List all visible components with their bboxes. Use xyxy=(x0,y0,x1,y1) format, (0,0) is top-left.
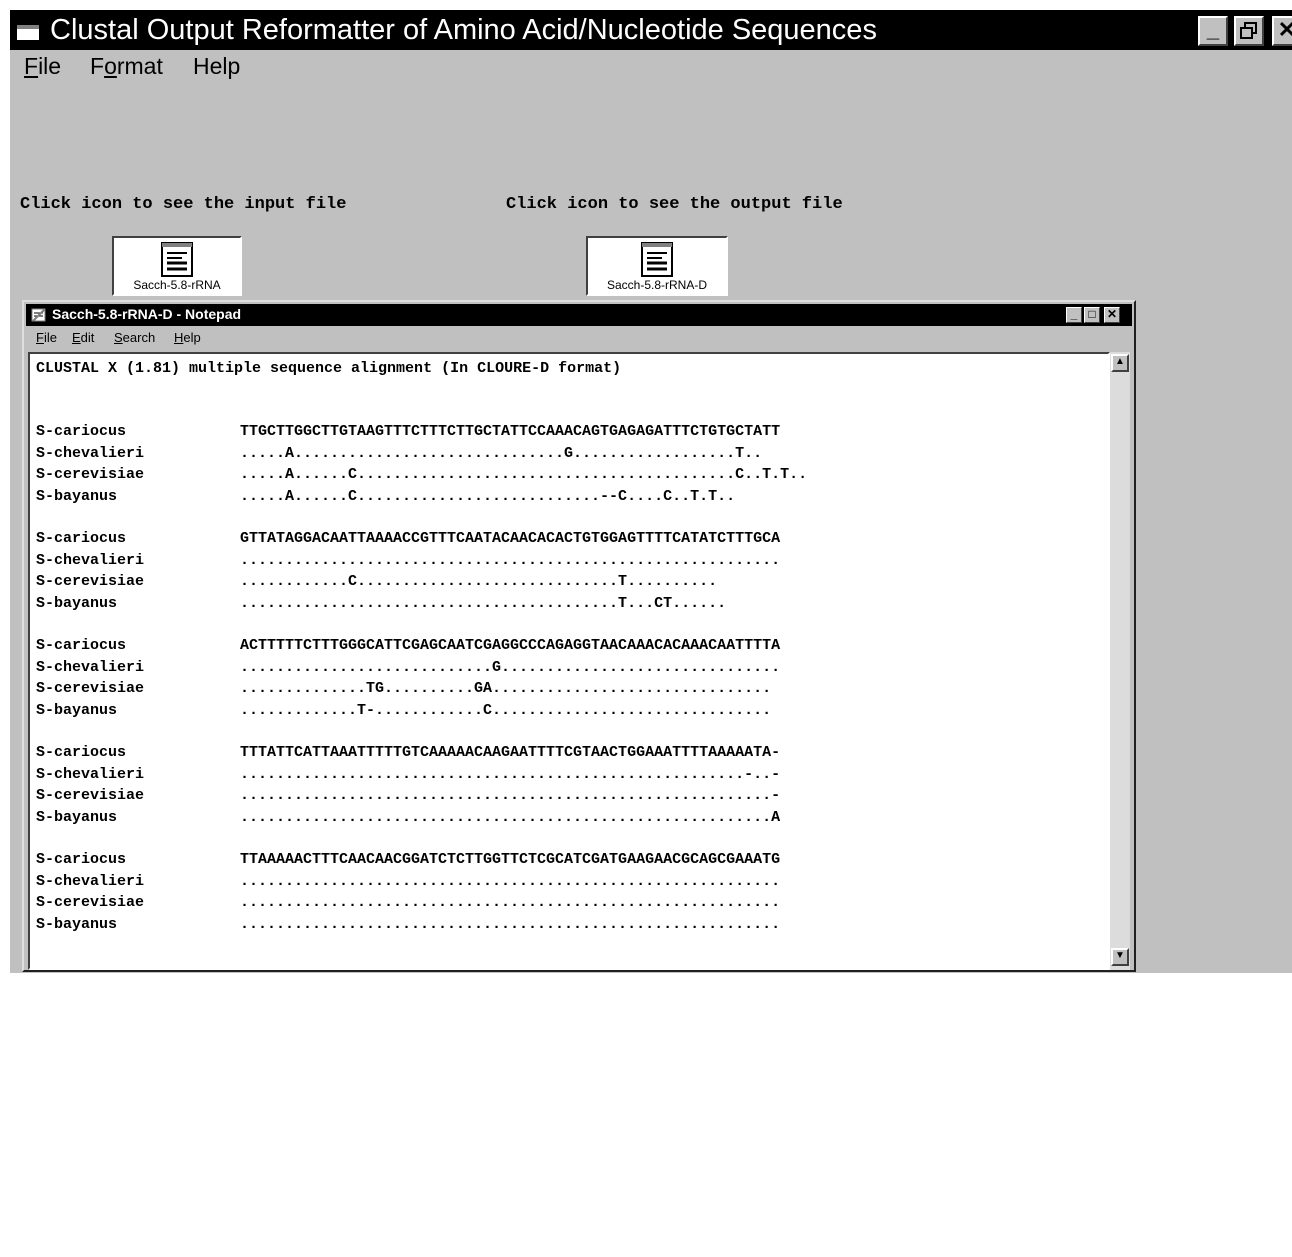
np-edit-rest: dit xyxy=(80,330,95,345)
notepad-title: Sacch-5.8-rRNA-D - Notepad xyxy=(52,306,242,322)
output-file-label: Click icon to see the output file xyxy=(506,195,843,214)
window-title: Clustal Output Reformatter of Amino Acid… xyxy=(50,14,877,46)
notepad-menu-help[interactable]: Help xyxy=(174,330,201,345)
seq-name: S-cariocus xyxy=(36,423,127,440)
output-file-icon-button[interactable]: Sacch-5.8-rRNA-D xyxy=(586,236,728,296)
notepad-menu-file[interactable]: File xyxy=(36,330,57,345)
seq-name: S-bayanus xyxy=(36,488,118,505)
seq-name: S-bayanus xyxy=(36,702,118,719)
restore-icon xyxy=(1240,22,1257,39)
seq-data: .....A......C...........................… xyxy=(240,466,808,483)
notepad-menu-edit[interactable]: Edit xyxy=(72,330,94,345)
notepad-minimize-button[interactable]: _ xyxy=(1066,307,1082,323)
seq-name: S-cerevisiae xyxy=(36,787,145,804)
notepad-menu-search[interactable]: Search xyxy=(114,330,155,345)
np-file-rest: ile xyxy=(43,330,57,345)
main-menubar: File Format Help xyxy=(10,50,1292,84)
menu-help[interactable]: Help xyxy=(193,53,240,80)
seq-data: ACTTTTTCTTTGGGCATTCGAGCAATCGAGGCCCAGAGGT… xyxy=(240,637,781,654)
np-file-accel: F xyxy=(36,330,44,345)
np-edit-accel: E xyxy=(72,330,81,345)
np-search-rest: earch xyxy=(122,330,156,345)
output-file-caption: Sacch-5.8-rRNA-D xyxy=(606,278,708,292)
scroll-down-button[interactable]: ▼ xyxy=(1111,948,1129,966)
seq-data: GTTATAGGACAATTAAAACCGTTTCAATACAACACACTGT… xyxy=(240,530,781,547)
seq-name: S-chevalieri xyxy=(36,552,145,569)
seq-data: ........................................… xyxy=(240,916,781,933)
notepad-window: Sacch-5.8-rRNA-D - Notepad _ □ ✕ File Ed… xyxy=(22,300,1136,972)
document-icon xyxy=(161,242,193,277)
seq-name: S-cariocus xyxy=(36,637,127,654)
np-help-accel: H xyxy=(174,330,184,345)
seq-data: .............T-............C............… xyxy=(240,702,772,719)
document-icon xyxy=(641,242,673,277)
notepad-maximize-button[interactable]: □ xyxy=(1084,307,1100,323)
notepad-close-button[interactable]: ✕ xyxy=(1104,307,1120,323)
seq-name: S-cerevisiae xyxy=(36,680,145,697)
seq-data: ........................................… xyxy=(240,894,781,911)
app-icon xyxy=(17,25,39,40)
alignment-header: CLUSTAL X (1.81) multiple sequence align… xyxy=(36,360,622,377)
seq-name: S-cerevisiae xyxy=(36,466,145,483)
menu-format-prefix: F xyxy=(90,53,105,79)
notepad-icon xyxy=(31,308,46,322)
seq-name: S-cariocus xyxy=(36,851,127,868)
seq-data: TTGCTTGGCTTGTAAGTTTCTTTCTTGCTATTCCAAACAG… xyxy=(240,423,781,440)
seq-name: S-bayanus xyxy=(36,916,118,933)
menu-file[interactable]: File xyxy=(24,53,61,80)
seq-name: S-chevalieri xyxy=(36,766,145,783)
minimize-button[interactable]: _ xyxy=(1198,16,1228,46)
seq-data: ........................................… xyxy=(240,595,727,612)
seq-name: S-chevalieri xyxy=(36,873,145,890)
notepad-text-area[interactable]: CLUSTAL X (1.81) multiple sequence align… xyxy=(28,352,1110,970)
seq-name: S-bayanus xyxy=(36,595,118,612)
seq-data: TTAAAAACTTTCAACAACGGATCTCTTGGTTCTCGCATCG… xyxy=(240,851,781,868)
menu-file-accel: F xyxy=(24,53,39,79)
seq-data: ........................................… xyxy=(240,809,781,826)
seq-data: TTTATTCATTAAATTTTTGTCAAAAACAAGAATTTTCGTA… xyxy=(240,744,781,761)
seq-data: ........................................… xyxy=(240,766,781,783)
menu-file-rest: ile xyxy=(38,53,62,79)
seq-data: .....A..............................G...… xyxy=(240,445,763,462)
seq-data: ..............TG..........GA............… xyxy=(240,680,772,697)
np-search-accel: S xyxy=(114,330,123,345)
seq-data: ............C...........................… xyxy=(240,573,718,590)
notepad-title-bar[interactable]: Sacch-5.8-rRNA-D - Notepad _ □ ✕ xyxy=(26,304,1132,326)
seq-data: .....A......C...........................… xyxy=(240,488,736,505)
seq-data: ........................................… xyxy=(240,552,781,569)
seq-name: S-cerevisiae xyxy=(36,894,145,911)
menu-format-accel: o xyxy=(104,53,117,79)
close-button[interactable]: ✕ xyxy=(1272,16,1292,46)
seq-name: S-cerevisiae xyxy=(36,573,145,590)
np-help-rest: elp xyxy=(183,330,201,345)
vertical-scrollbar[interactable]: ▲ ▼ xyxy=(1110,352,1130,970)
seq-data: ............................G...........… xyxy=(240,659,781,676)
seq-name: S-bayanus xyxy=(36,809,118,826)
seq-name: S-cariocus xyxy=(36,530,127,547)
alignment-text: CLUSTAL X (1.81) multiple sequence align… xyxy=(36,356,807,1257)
menu-format[interactable]: Format xyxy=(90,53,163,80)
restore-button[interactable] xyxy=(1234,16,1264,46)
input-file-caption: Sacch-5.8-rRNA xyxy=(133,278,221,292)
seq-name: S-chevalieri xyxy=(36,659,145,676)
scroll-up-button[interactable]: ▲ xyxy=(1111,354,1129,372)
seq-data: ........................................… xyxy=(240,873,781,890)
seq-name: S-cariocus xyxy=(36,744,127,761)
input-file-label: Click icon to see the input file xyxy=(20,195,347,214)
seq-data: ........................................… xyxy=(240,787,781,804)
main-title-bar[interactable]: Clustal Output Reformatter of Amino Acid… xyxy=(10,10,1292,50)
menu-format-rest: rmat xyxy=(116,53,163,79)
seq-name: S-chevalieri xyxy=(36,445,145,462)
input-file-icon-button[interactable]: Sacch-5.8-rRNA xyxy=(112,236,242,296)
